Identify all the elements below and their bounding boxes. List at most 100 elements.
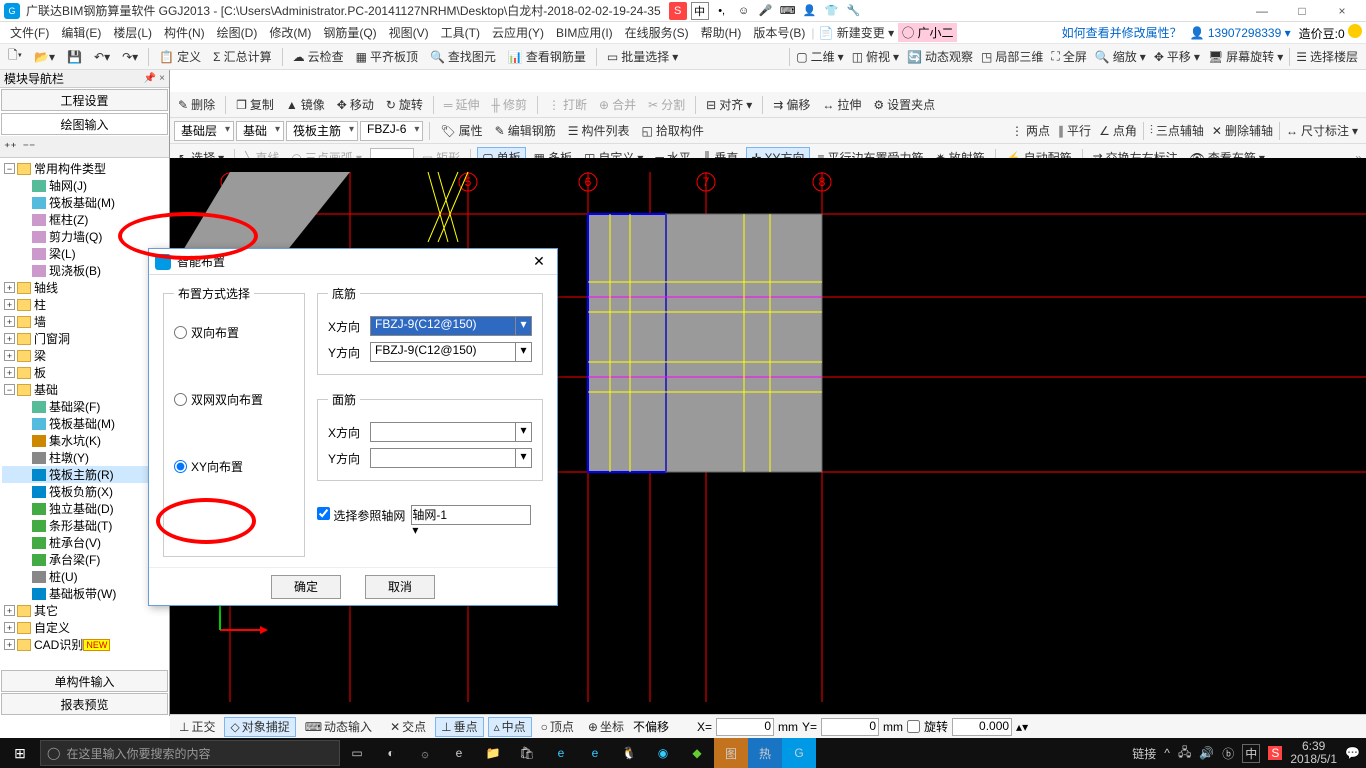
member-list-btn[interactable]: ☰构件列表 xyxy=(564,120,634,142)
opt-bidir[interactable]: 双向布置 xyxy=(174,324,294,341)
tree-ctl[interactable]: 承台梁(F) xyxy=(49,551,100,568)
tree-dlj[interactable]: 独立基础(D) xyxy=(49,500,114,517)
tray-ime2[interactable]: S xyxy=(1268,746,1282,760)
offset-btn[interactable]: ⇉偏移 xyxy=(769,94,814,116)
top-view-btn[interactable]: ◫ 俯视 ▾ xyxy=(848,46,903,68)
tray-net-icon[interactable]: 🖧 xyxy=(1178,743,1191,764)
undo-icon[interactable]: ↶▾ xyxy=(90,46,114,68)
rot-check[interactable] xyxy=(907,720,920,733)
browser-icon[interactable]: ◉ xyxy=(646,738,680,768)
pan-btn[interactable]: ✥ 平移 ▾ xyxy=(1150,46,1204,68)
tree-custom[interactable]: 自定义 xyxy=(34,619,70,636)
delete-btn[interactable]: ✎删除 xyxy=(174,94,219,116)
ref-axis-select[interactable]: 轴网-1▾ xyxy=(411,505,531,525)
2d-btn[interactable]: ▢ 二维 ▾ xyxy=(792,46,847,68)
tree-shearwall[interactable]: 剪力墙(Q) xyxy=(49,228,102,245)
tree-cat-wall[interactable]: 墙 xyxy=(34,313,46,330)
menu-modify[interactable]: 修改(M) xyxy=(263,24,317,41)
tree-axis[interactable]: 轴网(J) xyxy=(49,177,87,194)
tree-cat-slab[interactable]: 板 xyxy=(34,364,46,381)
ime-person-icon[interactable]: 👤 xyxy=(801,2,819,20)
ime-lang-icon[interactable]: 中 xyxy=(691,2,709,20)
ime-sogou-icon[interactable]: S xyxy=(669,2,687,20)
intersect-btn[interactable]: ✕交点 xyxy=(385,717,431,737)
current-app-icon[interactable]: G xyxy=(782,738,816,768)
ortho-btn[interactable]: ⊥正交 xyxy=(174,717,220,737)
app3-icon[interactable]: ◆ xyxy=(680,738,714,768)
taskview-icon[interactable]: ▭ xyxy=(340,738,374,768)
property-btn[interactable]: 🏷属性 xyxy=(436,120,486,142)
floor-select[interactable]: 基础层 xyxy=(174,121,234,141)
open-icon[interactable]: 📂▾ xyxy=(30,46,59,68)
dim-btn[interactable]: ↔尺寸标注▾ xyxy=(1282,120,1362,142)
mirror-btn[interactable]: ▲镜像 xyxy=(282,94,329,116)
twopoint-btn[interactable]: ⋮两点 xyxy=(1007,120,1054,142)
save-icon[interactable]: 💾 xyxy=(63,46,86,68)
3pt-aux-btn[interactable]: ⫶三点辅轴 xyxy=(1146,120,1208,142)
ime-smile-icon[interactable]: ☺ xyxy=(735,2,753,20)
tree-collapse-icon[interactable]: ⁻⁻ xyxy=(23,140,36,154)
menu-file[interactable]: 文件(F) xyxy=(4,24,55,41)
flat-top-btn[interactable]: ▦ 平齐板顶 xyxy=(352,46,422,68)
cloud-check-btn[interactable]: ☁ 云检查 xyxy=(289,46,348,68)
rotate-btn[interactable]: ↻旋转 xyxy=(382,94,427,116)
tree-txj[interactable]: 条形基础(T) xyxy=(49,517,112,534)
window-maximize[interactable]: □ xyxy=(1282,1,1322,21)
tree-framecol[interactable]: 框柱(Z) xyxy=(49,211,88,228)
gxe-btn[interactable]: ◯ 广小二 xyxy=(898,23,957,42)
item-select[interactable]: FBZJ-6 xyxy=(360,121,423,141)
menu-floor[interactable]: 楼层(L) xyxy=(107,24,158,41)
new-change-btn[interactable]: 📄 新建变更 ▾ xyxy=(814,24,898,41)
new-icon[interactable]: 🗋▾ xyxy=(4,46,26,68)
menu-draw[interactable]: 绘图(D) xyxy=(211,24,264,41)
dj-x-input[interactable]: FBZJ-9(C12@150)▾ xyxy=(370,316,532,336)
tree-cat-foundation[interactable]: 基础 xyxy=(34,381,58,398)
define-btn[interactable]: 📋 定义 xyxy=(155,46,205,68)
mj-y-input[interactable]: ▾ xyxy=(370,448,532,468)
menu-cloud[interactable]: 云应用(Y) xyxy=(486,24,550,41)
screen-rotate-btn[interactable]: 🖥 屏幕旋转 ▾ xyxy=(1204,46,1287,68)
app1-icon[interactable]: ◐ xyxy=(374,738,408,768)
tree-beam[interactable]: 梁(L) xyxy=(49,245,76,262)
tree-fbzj[interactable]: 筏板主筋(R) xyxy=(49,466,114,483)
dyninput-btn[interactable]: ⌨动态输入 xyxy=(300,717,377,737)
edge2-icon[interactable]: e xyxy=(544,738,578,768)
qq-icon[interactable]: 🐧 xyxy=(612,738,646,768)
tree-zct[interactable]: 桩承台(V) xyxy=(49,534,101,551)
edge-icon[interactable]: e xyxy=(442,738,476,768)
parallel-btn[interactable]: ∥平行 xyxy=(1054,120,1095,142)
ime-mic-icon[interactable]: 🎤 xyxy=(757,2,775,20)
tray-vol-icon[interactable]: 🔊 xyxy=(1199,746,1214,760)
tray-clock[interactable]: 6:392018/5/1 xyxy=(1290,740,1337,766)
orbit-btn[interactable]: 🔄 动态观察 xyxy=(903,46,977,68)
start-button[interactable]: ⊞ xyxy=(0,745,40,762)
store-icon[interactable]: 🛍 xyxy=(510,738,544,768)
tree-cat-beam[interactable]: 梁 xyxy=(34,347,46,364)
opt-xy[interactable]: XY向布置 xyxy=(174,458,294,475)
batch-select-btn[interactable]: ▭ 批量选择 ▾ xyxy=(603,46,682,68)
help-question-link[interactable]: 如何查看并修改属性？ xyxy=(1062,24,1182,41)
tray-bt-icon[interactable]: ⓑ xyxy=(1222,745,1234,762)
taskbar-search[interactable]: ◯ 在这里输入你要搜索的内容 xyxy=(40,740,340,766)
ime-punct-icon[interactable]: •, xyxy=(713,2,731,20)
ref-axis-check[interactable]: 选择参照轴网 xyxy=(317,507,405,524)
tree-cat-axis[interactable]: 轴线 xyxy=(34,279,58,296)
menu-view[interactable]: 视图(V) xyxy=(383,24,435,41)
find-btn[interactable]: 🔍 查找图元 xyxy=(426,46,500,68)
del-aux-btn[interactable]: ✕删除辅轴 xyxy=(1208,120,1277,142)
tree-cat-col[interactable]: 柱 xyxy=(34,296,46,313)
trim-btn[interactable]: ╫修剪 xyxy=(487,94,531,116)
tray-up-icon[interactable]: ^ xyxy=(1164,746,1170,760)
ime-kb-icon[interactable]: ⌨ xyxy=(779,2,797,20)
pick-btn[interactable]: ◱拾取构件 xyxy=(638,120,708,142)
window-close[interactable]: × xyxy=(1322,1,1362,21)
tree-fbfj[interactable]: 筏板负筋(X) xyxy=(49,483,113,500)
perp-btn[interactable]: ⊥垂点 xyxy=(435,717,483,737)
tree-fbj[interactable]: 筏板基础(M) xyxy=(49,415,115,432)
menu-rebar[interactable]: 钢筋量(Q) xyxy=(317,24,382,41)
rot-field[interactable]: 0.000 xyxy=(952,718,1012,736)
ime-wrench-icon[interactable]: 🔧 xyxy=(845,2,863,20)
offset-mode[interactable]: 不偏移 xyxy=(633,718,693,735)
copy-btn[interactable]: ❐复制 xyxy=(232,94,278,116)
tree-jcbd[interactable]: 基础板带(W) xyxy=(49,585,116,602)
